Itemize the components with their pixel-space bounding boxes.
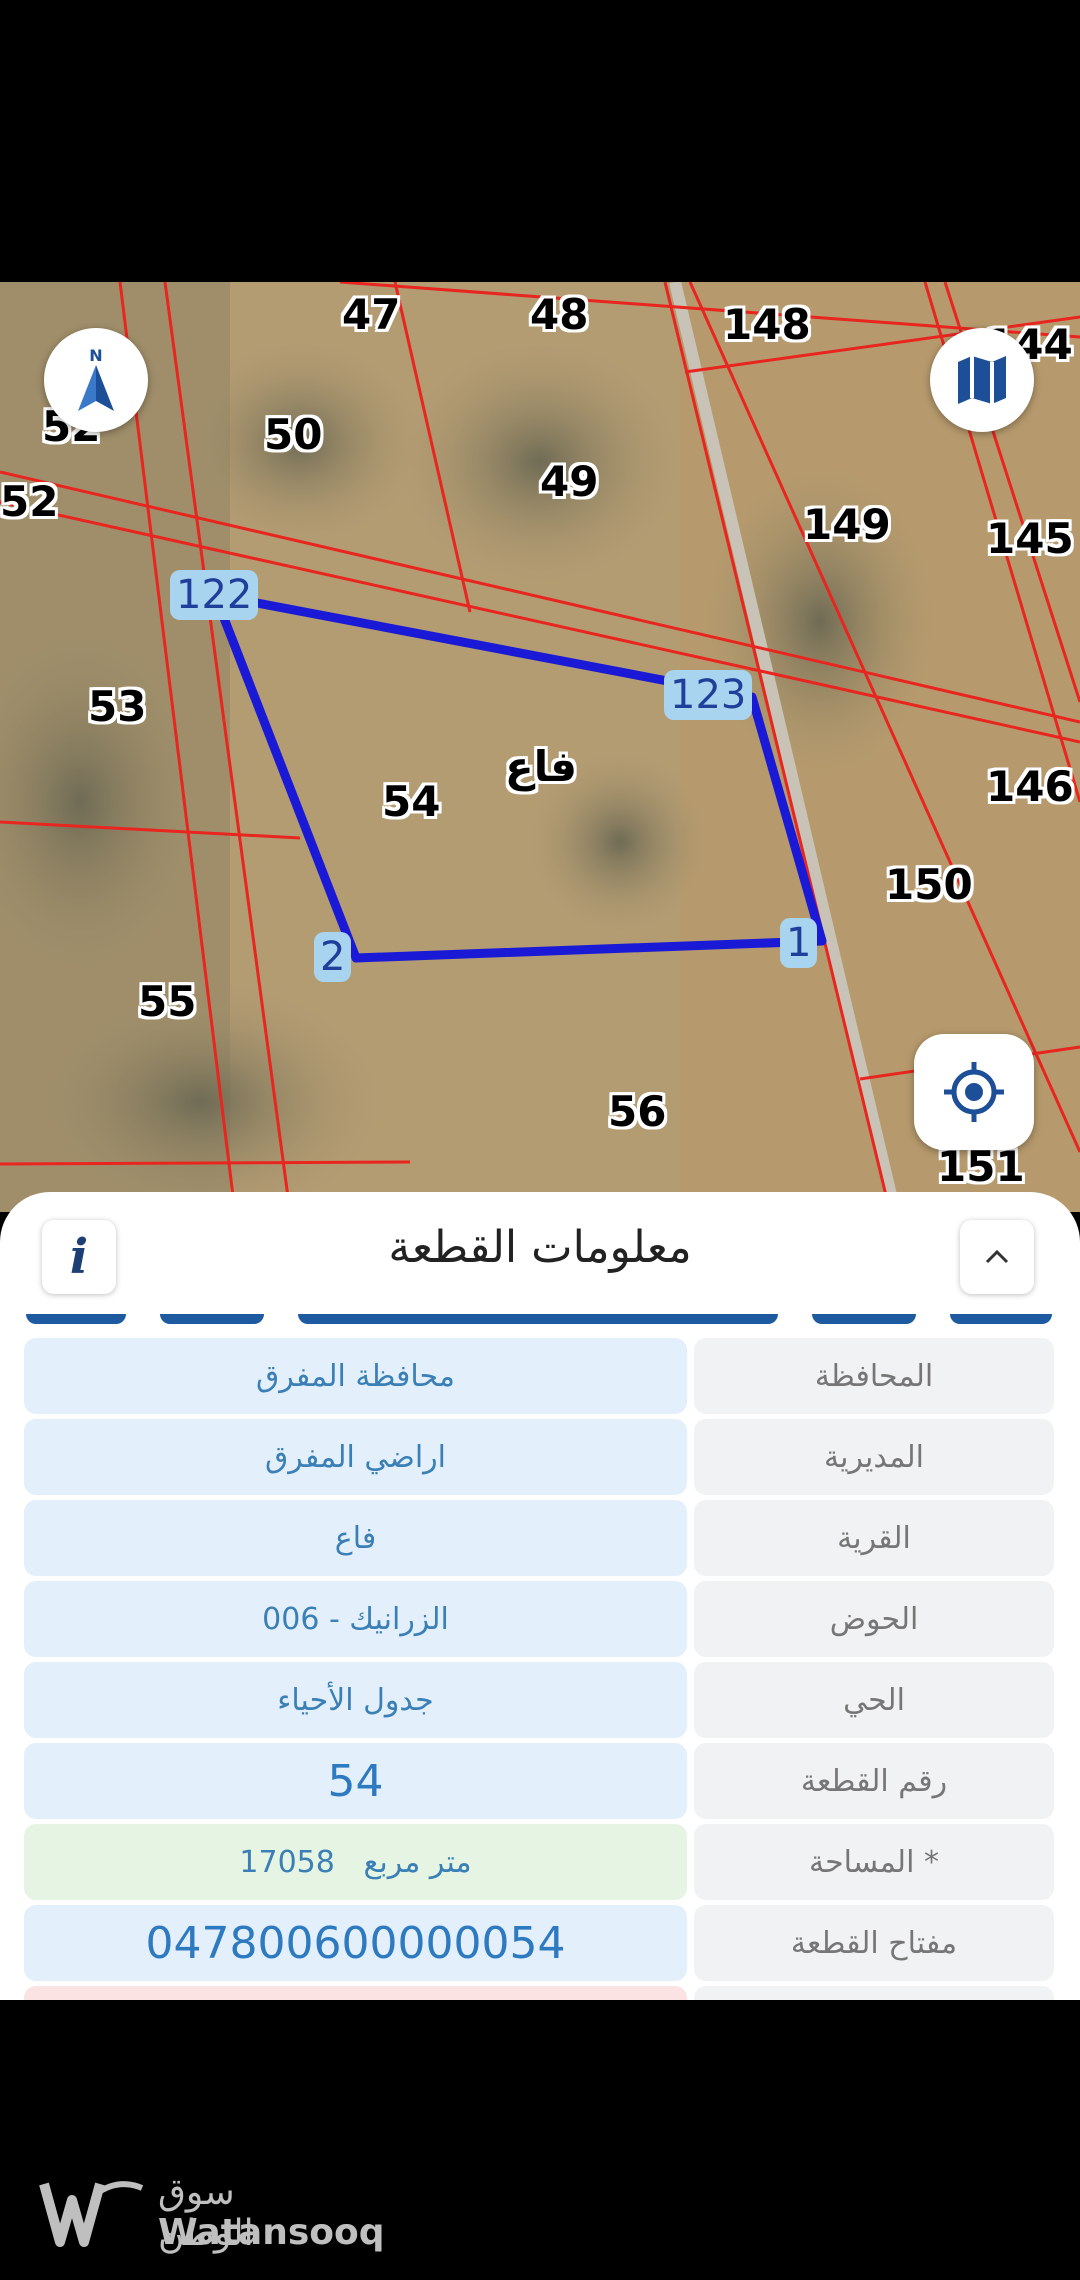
compass-button[interactable]: N [44,328,148,432]
row-label: الحوض [694,1581,1054,1657]
my-location-button[interactable] [914,1034,1034,1150]
plot-number: 49 [540,457,599,506]
info-row-partial [24,1986,1054,2000]
row-value: جدول الأحياء [24,1662,687,1738]
tab-segment[interactable] [160,1314,264,1324]
info-row-area: المساحة * 17058 متر مربع [24,1824,1054,1900]
row-value: الزرانيك - 006 [24,1581,687,1657]
tab-segment[interactable] [950,1314,1052,1324]
collapse-sheet-button[interactable] [960,1220,1034,1294]
north-compass-icon: N [78,346,114,411]
row-value: اراضي المفرق [24,1419,687,1495]
row-value: 17058 متر مربع [24,1824,687,1900]
row-value: 54 [24,1743,687,1819]
info-row-village: القرية فاع [24,1500,1054,1576]
vertex-label: 123 [664,670,753,720]
map-layers-icon [958,356,1006,404]
plot-number: 52 [0,477,59,526]
plot-number: 145 [986,514,1074,563]
info-row-governorate: المحافظة محافظة المفرق [24,1338,1054,1414]
row-value: فاع [24,1500,687,1576]
plot-number: 48 [530,290,589,339]
my-location-icon [944,1062,1004,1122]
sheet-title: معلومات القطعة [388,1222,692,1273]
tab-segment[interactable] [26,1314,126,1324]
row-label: الحي [694,1662,1054,1738]
vertex-label: 2 [314,932,352,982]
row-value: محافظة المفرق [24,1338,687,1414]
row-value: 047800600000054 [24,1905,687,1981]
watermark-english: Watansooq [158,2212,385,2253]
row-label [694,1986,1054,2000]
sheet-header: i معلومات القطعة [0,1192,1080,1316]
plot-number: 47 [342,290,401,339]
tabs-strip [0,1314,1080,1334]
plot-info-sheet: i معلومات القطعة المحافظة محافظة المفرق … [0,1192,1080,2000]
svg-text:N: N [89,346,102,365]
row-label: القرية [694,1500,1054,1576]
row-label: رقم القطعة [694,1743,1054,1819]
tab-segment[interactable] [298,1314,778,1324]
plot-number: 55 [138,977,197,1026]
chevron-up-icon [985,1249,1009,1264]
row-value [24,1986,687,2000]
plot-number: 149 [803,500,891,549]
row-label: المحافظة [694,1338,1054,1414]
village-label: فاع [505,742,577,791]
satellite-map[interactable]: 47 48 148 144 52 50 49 149 145 52 53 146… [0,282,1080,1212]
info-row-plot-number: رقم القطعة 54 [24,1743,1054,1819]
row-label: المديرية [694,1419,1054,1495]
plot-number: 54 [382,777,441,826]
plot-number: 56 [608,1087,667,1136]
plot-number: 50 [264,410,323,459]
watermark: سوق الوطن Watansooq [38,2172,385,2254]
plot-number: 148 [723,300,811,349]
vertex-label: 122 [170,570,259,620]
map-layers-button[interactable] [930,328,1034,432]
info-row-plot-key: مفتاح القطعة 047800600000054 [24,1905,1054,1981]
plot-number: 150 [885,860,973,909]
watansooq-logo-icon [39,2181,144,2247]
info-row-directorate: المديرية اراضي المفرق [24,1419,1054,1495]
tab-segment[interactable] [812,1314,916,1324]
plot-number: 53 [88,682,147,731]
plot-number: 146 [986,762,1074,811]
info-row-neighborhood: الحي جدول الأحياء [24,1662,1054,1738]
vertex-label: 1 [780,918,818,968]
row-label: المساحة * [694,1824,1054,1900]
info-row-basin: الحوض الزرانيك - 006 [24,1581,1054,1657]
info-table: المحافظة محافظة المفرق المديرية اراضي ال… [24,1338,1054,2000]
row-label: مفتاح القطعة [694,1905,1054,1981]
